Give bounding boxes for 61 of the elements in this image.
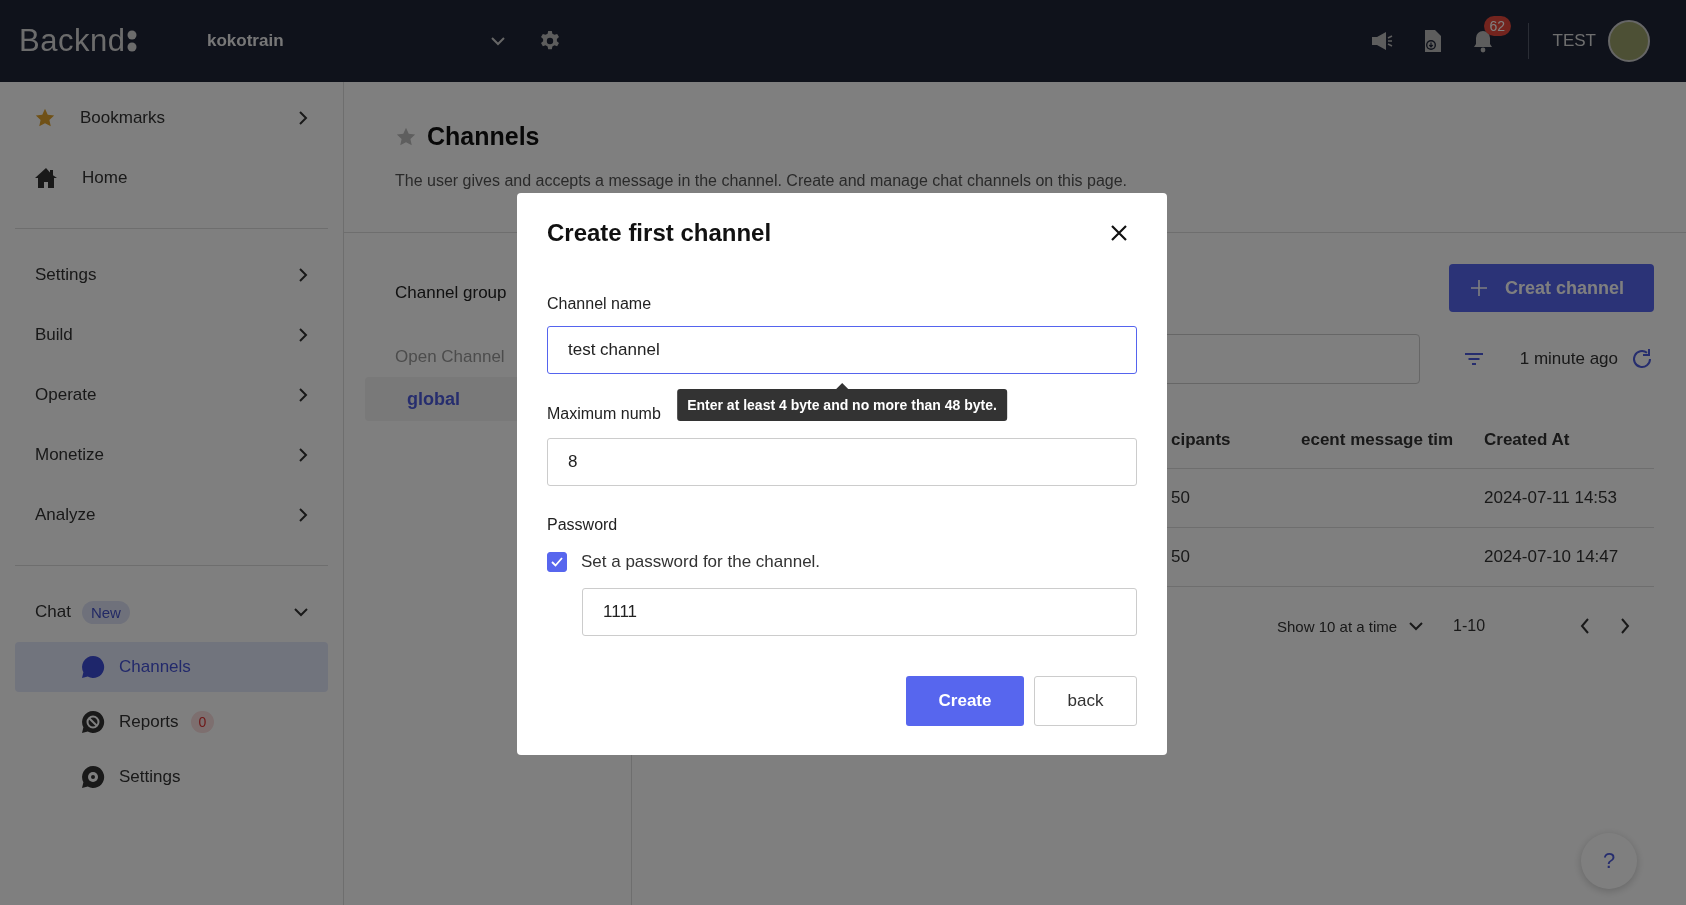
bell-icon[interactable] (1471, 29, 1494, 53)
page-range: 1-10 (1453, 617, 1486, 635)
sidebar-item[interactable]: Build (15, 305, 328, 365)
new-badge: New (81, 600, 130, 624)
updated-time: 1 minute ago (1519, 349, 1618, 369)
sidebar-subitem[interactable]: Channels (15, 642, 328, 692)
table-cell-text: 50 (1171, 547, 1191, 567)
checkbox-label: Set a password for the channel. (581, 552, 821, 572)
table-cell-text: 2024-07-10 14:47 (1484, 547, 1620, 567)
chevron-right-icon[interactable] (1620, 618, 1631, 634)
create-button[interactable]: Create (906, 676, 1024, 726)
input-field[interactable]: test channel (547, 326, 1137, 374)
create-channel-button[interactable]: Creat channel (1448, 264, 1654, 312)
page-title: Channels (427, 122, 540, 151)
sidebar-subitem[interactable]: Settings (15, 752, 328, 802)
avatar[interactable] (1608, 20, 1650, 62)
sidebar-item[interactable]: Settings (15, 245, 328, 305)
logo: Backnd (19, 23, 126, 59)
checkbox[interactable] (547, 552, 567, 572)
count-badge: 0 (190, 711, 215, 733)
settings-icon[interactable] (539, 30, 561, 52)
sidebar-subitem[interactable]: Reports 0 (15, 697, 328, 747)
sidebar-item[interactable]: Monetize (15, 425, 328, 485)
user-name[interactable]: TEST (1552, 31, 1596, 51)
column-header: ecent message tim (1301, 430, 1455, 450)
dialog-title: Create first channel (547, 219, 772, 247)
chevron-left-icon[interactable] (1580, 618, 1591, 634)
megaphone-icon[interactable] (1369, 30, 1394, 52)
page-size-dropdown[interactable]: Show 10 at a time (1277, 617, 1424, 635)
column-header: Created At (1484, 430, 1571, 450)
sidebar-item[interactable]: Bookmarks (15, 88, 328, 148)
plus-icon (1470, 280, 1487, 296)
star-icon (34, 107, 56, 129)
input-field[interactable]: 1111 (582, 588, 1137, 636)
sidebar-item[interactable]: Chat New (15, 582, 328, 642)
table-cell-text: 2024-07-11 14:53 (1484, 488, 1618, 508)
chevron-down-icon (1409, 621, 1424, 631)
table-cell-text: 50 (1171, 488, 1191, 508)
close-icon[interactable] (1111, 225, 1127, 241)
refresh-icon[interactable] (1630, 347, 1654, 371)
tooltip: Enter at least 4 byte and no more than 48 byte. (677, 383, 1007, 421)
gear-bubble-icon (81, 765, 105, 789)
sidebar-item[interactable]: Operate (15, 365, 328, 425)
home-icon (34, 167, 58, 189)
field-label: Password (547, 516, 618, 534)
filter-icon[interactable] (1463, 352, 1484, 366)
sidebar-item[interactable]: Analyze (15, 485, 328, 545)
sidebar-item[interactable]: Home (15, 148, 328, 208)
field-label: Channel name (547, 295, 652, 313)
page-description: The user gives and accepts a message in the channel. Create and manage chat channels on this page. (395, 172, 1129, 190)
project-selector[interactable]: kokotrain (207, 31, 505, 51)
column-header: cipants (1171, 430, 1232, 450)
blocked-bubble-icon (81, 710, 105, 734)
back-button[interactable]: back (1034, 676, 1137, 726)
help-button[interactable]: ? (1581, 833, 1637, 889)
logo-dots-icon (127, 28, 138, 54)
input-field[interactable]: 8 (547, 438, 1137, 486)
checkmark-icon (551, 557, 563, 567)
notification-badge: 62 (1483, 16, 1512, 36)
speech-bubble-icon (81, 655, 105, 679)
chevron-down-icon (491, 36, 505, 46)
